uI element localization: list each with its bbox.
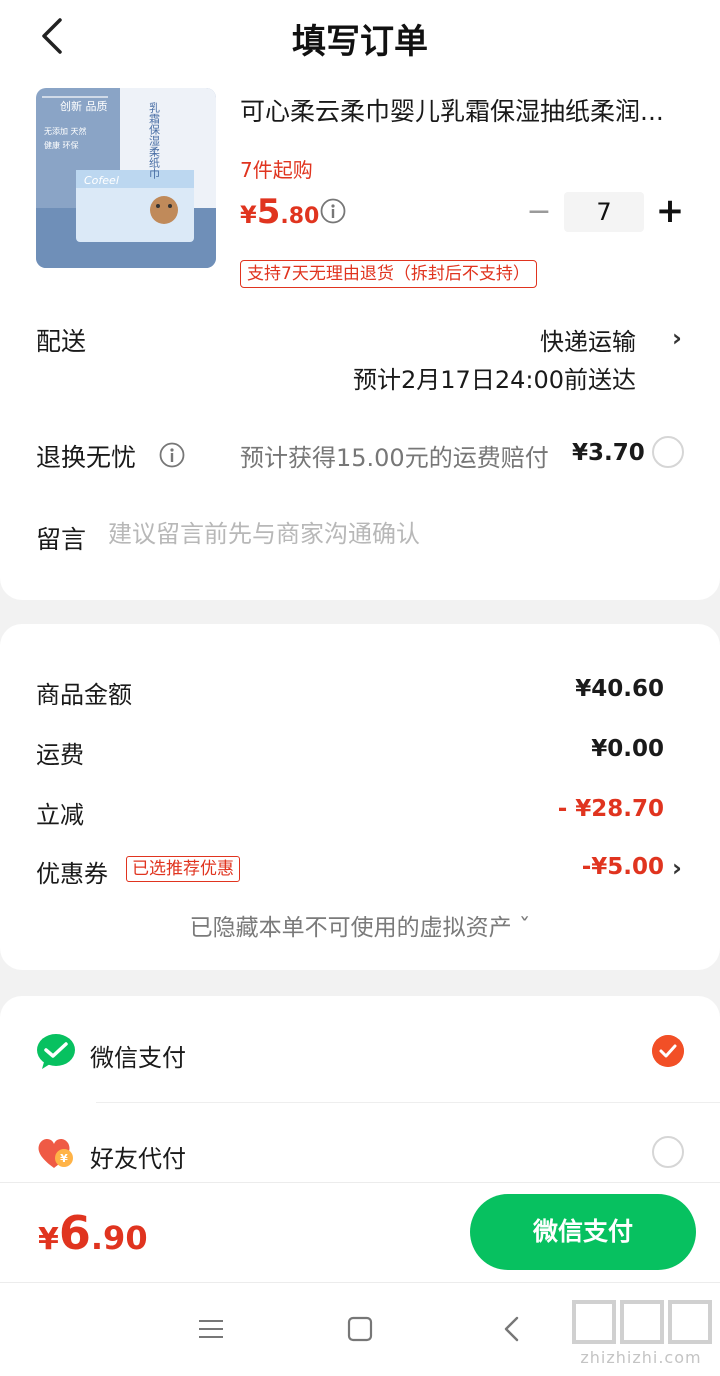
product-image: 创新 品质 无添加 天然 健康 环保 Cofeel 乳霜保湿柔纸巾 [36, 88, 216, 268]
coupon-tag-badge: 已选推荐优惠 [126, 856, 240, 882]
delivery-eta: 预计2月17日24:00前送达 [353, 366, 636, 394]
min-qty-note: 7件起购 [240, 158, 313, 182]
home-square-icon[interactable] [345, 1312, 375, 1346]
hidden-assets-toggle[interactable]: 已隐藏本单不可使用的虚拟资产 ˇ [0, 908, 720, 942]
payment-divider [96, 1102, 720, 1103]
quantity-decrease-button[interactable]: − [524, 196, 554, 230]
friend-pay-radio[interactable] [652, 1136, 684, 1168]
page-title: 填写订单 [292, 22, 428, 62]
return-insurance-label: 退换无忧 [36, 443, 137, 472]
unit-price: ¥5.80 [240, 192, 319, 232]
message-input[interactable] [108, 520, 678, 548]
svg-text:¥: ¥ [60, 1152, 68, 1165]
message-label: 留言 [36, 525, 87, 554]
back-nav-icon[interactable] [497, 1312, 527, 1346]
wechat-pay-label[interactable]: 微信支付 [90, 1038, 186, 1073]
goods-amount-value: ¥40.60 [575, 676, 664, 702]
delivery-method[interactable]: 快递运输 [460, 322, 636, 357]
return-insurance-info-icon[interactable] [159, 442, 185, 468]
coupon-chevron-icon[interactable]: › [672, 854, 682, 882]
menu-icon[interactable] [196, 1312, 226, 1346]
total-dec: .90 [90, 1219, 148, 1257]
wechat-pay-icon [37, 1034, 75, 1069]
return-insurance-radio[interactable] [652, 436, 684, 468]
friend-pay-label[interactable]: 好友代付 [90, 1139, 186, 1174]
price-currency: ¥ [240, 201, 257, 229]
delivery-label: 配送 [36, 327, 87, 356]
discount-value: - ¥28.70 [557, 796, 664, 822]
thumb-brand: Cofeel [84, 174, 119, 187]
return-insurance-text: 预计获得15.00元的运费赔付 [240, 444, 549, 472]
total-currency: ¥ [38, 1222, 59, 1257]
friend-pay-heart-icon: ¥ [38, 1138, 73, 1168]
coupon-label: 优惠券 [36, 860, 108, 888]
price-dec: .80 [280, 204, 320, 229]
delivery-chevron-icon[interactable]: › [672, 324, 682, 352]
total-price: ¥6.90 [38, 1206, 148, 1260]
return-policy-badge: 支持7天无理由退货（拆封后不支持） [240, 260, 537, 288]
return-insurance-price: ¥3.70 [572, 440, 645, 466]
price-info-icon[interactable] [320, 198, 346, 224]
product-thumbnail[interactable]: 创新 品质 无添加 天然 健康 环保 Cofeel 乳霜保湿柔纸巾 [36, 88, 216, 268]
price-int: 5 [256, 192, 281, 232]
shipping-fee-value: ¥0.00 [591, 736, 664, 762]
quantity-increase-button[interactable]: + [654, 194, 686, 230]
shipping-fee-label: 运费 [36, 741, 84, 769]
quantity-input[interactable]: 7 [564, 192, 644, 232]
thumb-tag1: 创新 品质 [60, 99, 108, 113]
wechat-pay-selected-check-icon[interactable] [652, 1035, 684, 1067]
goods-amount-label: 商品金额 [36, 681, 132, 709]
coupon-value[interactable]: -¥5.00 [582, 854, 664, 880]
thumb-tag2: 无添加 天然 [44, 126, 87, 136]
watermark-text: zhizhizhi.com [580, 1348, 702, 1367]
thumb-vertical-text: 乳霜保湿柔纸巾 [148, 102, 161, 179]
thumb-tag3: 健康 环保 [44, 140, 79, 150]
total-int: 6 [58, 1206, 91, 1260]
discount-label: 立减 [36, 801, 84, 829]
header: 填写订单 [0, 0, 720, 72]
wechat-pay-submit-button[interactable]: 微信支付 [470, 1194, 696, 1270]
product-title[interactable]: 可心柔云柔巾婴儿乳霜保湿抽纸柔润... [240, 92, 690, 128]
